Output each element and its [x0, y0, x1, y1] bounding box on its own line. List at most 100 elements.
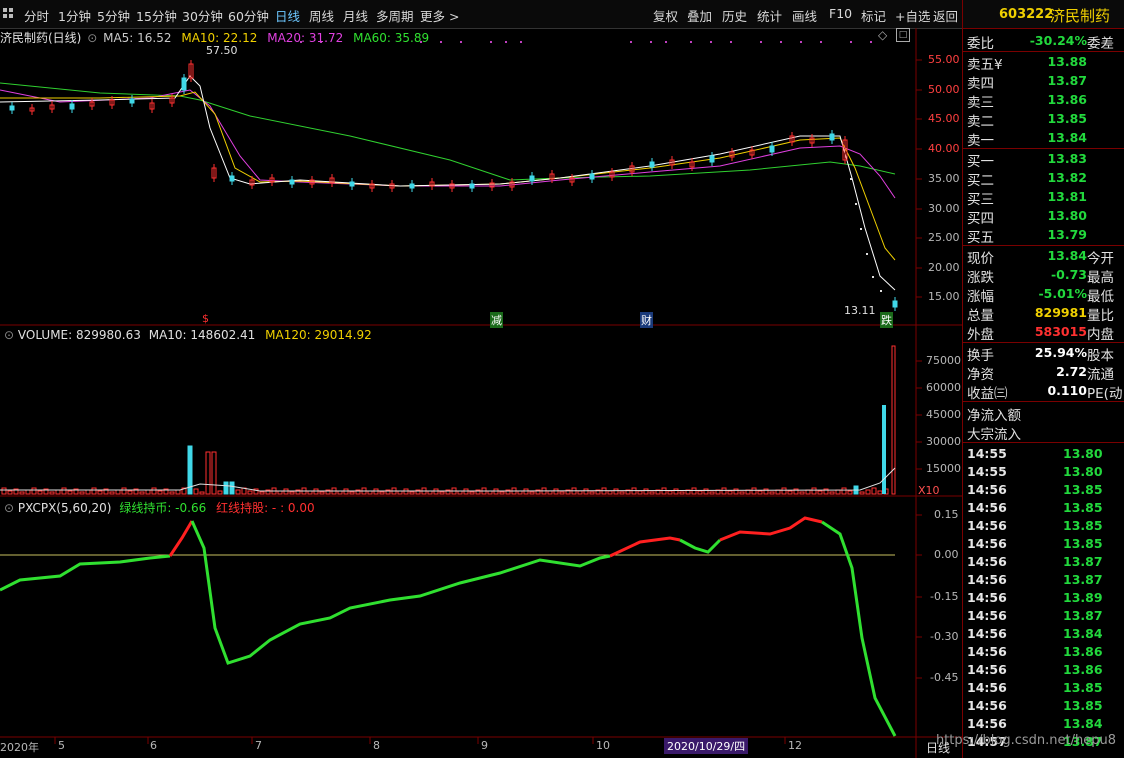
- y-tick: 20.00: [928, 261, 960, 274]
- event-marker[interactable]: 跌: [880, 312, 893, 328]
- collapse-icon[interactable]: □: [896, 28, 910, 42]
- volume-bar: [169, 491, 175, 495]
- volume-bar: [199, 491, 205, 495]
- candle-body: [129, 98, 135, 104]
- stat-row: 净资 2.72 流通: [963, 362, 1124, 383]
- stat-label2: 最低: [1087, 289, 1114, 305]
- period-tab-weekly[interactable]: 周线: [309, 6, 334, 25]
- volume-bar: [679, 491, 685, 495]
- period-tab-fenshi[interactable]: 分时: [24, 6, 49, 25]
- chevron-down-icon[interactable]: ⊙: [4, 501, 14, 515]
- period-tab-1min[interactable]: 1分钟: [58, 6, 91, 25]
- tick-row: 14:56 13.85: [963, 499, 1124, 517]
- buy-row[interactable]: 买三 13.81: [963, 187, 1124, 208]
- tick-row: 14:56 13.87: [963, 607, 1124, 625]
- tool-stats-button[interactable]: 统计: [757, 6, 782, 25]
- sell-label: 卖二: [967, 114, 994, 130]
- period-tab-60min[interactable]: 60分钟: [228, 6, 269, 25]
- chart-area[interactable]: 济民制药(日线) ⊙ MA5: 16.52 MA10: 22.12 MA20: …: [0, 28, 962, 758]
- volume-bar: [193, 488, 199, 495]
- ma20-label: MA20: 31.72: [267, 31, 344, 45]
- chevron-down-icon[interactable]: ⊙: [4, 328, 14, 342]
- stat-value: -0.73: [1050, 267, 1087, 282]
- indicator-line-green: [0, 554, 171, 592]
- volume-bar: [379, 491, 385, 495]
- divider: [963, 401, 1124, 402]
- period-tab-daily[interactable]: 日线: [275, 6, 300, 25]
- candle-body: [9, 105, 15, 111]
- volume-bar: [691, 487, 697, 495]
- indicator-line-green: [190, 520, 611, 665]
- period-tab-30min[interactable]: 30分钟: [182, 6, 223, 25]
- sell-row[interactable]: 卖五¥ 13.88: [963, 52, 1124, 73]
- buy-row[interactable]: 买四 13.80: [963, 206, 1124, 227]
- buy-row[interactable]: 买二 13.82: [963, 168, 1124, 189]
- stat-label2: 最高: [1087, 270, 1114, 286]
- diamond-icon[interactable]: ◇: [878, 28, 887, 42]
- ma20-line: [0, 89, 896, 199]
- event-marker[interactable]: $: [201, 312, 210, 325]
- volume-ma10-line: [0, 467, 896, 492]
- tool-f10-button[interactable]: F10: [829, 6, 852, 21]
- signal-dot: [630, 41, 632, 43]
- tool-fuquan-button[interactable]: 复权: [653, 6, 678, 25]
- volume-bar: [91, 487, 97, 495]
- volume-bar: [559, 491, 565, 495]
- tool-add-watchlist-button[interactable]: +自选: [895, 6, 930, 25]
- buy-row[interactable]: 买一 13.83: [963, 149, 1124, 170]
- stat-label2: 今开: [1087, 251, 1114, 267]
- candle-body: [469, 183, 475, 189]
- tool-back-button[interactable]: 返回: [933, 6, 958, 25]
- volume-bar: [847, 490, 853, 495]
- tick-price: 13.80: [1063, 446, 1103, 461]
- volume-bar: [547, 490, 553, 495]
- period-tab-15min[interactable]: 15分钟: [136, 6, 177, 25]
- signal-dot: [710, 41, 712, 43]
- tool-overlay-button[interactable]: 叠加: [687, 6, 712, 25]
- volume-bar: [205, 451, 211, 495]
- y-tick: 55.00: [928, 53, 960, 66]
- sell-label: 卖一: [967, 133, 994, 149]
- sell-row[interactable]: 卖四 13.87: [963, 71, 1124, 92]
- sell-row[interactable]: 卖三 13.86: [963, 90, 1124, 111]
- volume-bar: [877, 490, 883, 495]
- buy-price: 13.80: [1047, 208, 1087, 223]
- sell-price: 13.86: [1047, 92, 1087, 107]
- volume-bar: [439, 491, 445, 495]
- chevron-down-icon[interactable]: ⊙: [87, 31, 97, 45]
- stat-label2: PE(动: [1087, 386, 1123, 402]
- sell-price: 13.84: [1047, 130, 1087, 145]
- event-marker[interactable]: 财: [640, 312, 653, 328]
- volume-bar: [697, 490, 703, 495]
- tool-draw-button[interactable]: 画线: [792, 6, 817, 25]
- sell-row[interactable]: 卖一 13.84: [963, 128, 1124, 149]
- limit-down-dot: [880, 290, 882, 292]
- period-tab-monthly[interactable]: 月线: [343, 6, 368, 25]
- volume-bar: [175, 489, 181, 495]
- volume-bar: [139, 491, 145, 495]
- volume-bar: [109, 491, 115, 495]
- tick-time: 14:55: [967, 446, 1007, 461]
- period-tab-5min[interactable]: 5分钟: [97, 6, 130, 25]
- tool-mark-button[interactable]: 标记: [861, 6, 886, 25]
- tool-history-button[interactable]: 历史: [722, 6, 747, 25]
- stat-row: 现价 13.84 今开: [963, 246, 1124, 267]
- volume-bar: [235, 489, 241, 495]
- signal-dot: [870, 41, 872, 43]
- signal-dot: [820, 41, 822, 43]
- weicha-label: 委差: [1087, 36, 1114, 52]
- period-tab-more[interactable]: 更多 >: [420, 6, 459, 25]
- y-tick: 50.00: [928, 83, 960, 96]
- volume-bar: [121, 487, 127, 495]
- grid-menu-icon[interactable]: [3, 8, 15, 20]
- volume-bar: [613, 488, 619, 495]
- volume-bar: [553, 488, 559, 495]
- sell-row[interactable]: 卖二 13.85: [963, 109, 1124, 130]
- event-marker[interactable]: 减: [490, 312, 503, 328]
- volume-bar: [223, 481, 229, 495]
- period-tab-multi[interactable]: 多周期: [376, 6, 414, 25]
- volume-bar: [859, 491, 865, 495]
- volume-bar: [229, 481, 235, 495]
- buy-row[interactable]: 买五 13.79: [963, 225, 1124, 246]
- stat-value: -5.01%: [1038, 286, 1087, 301]
